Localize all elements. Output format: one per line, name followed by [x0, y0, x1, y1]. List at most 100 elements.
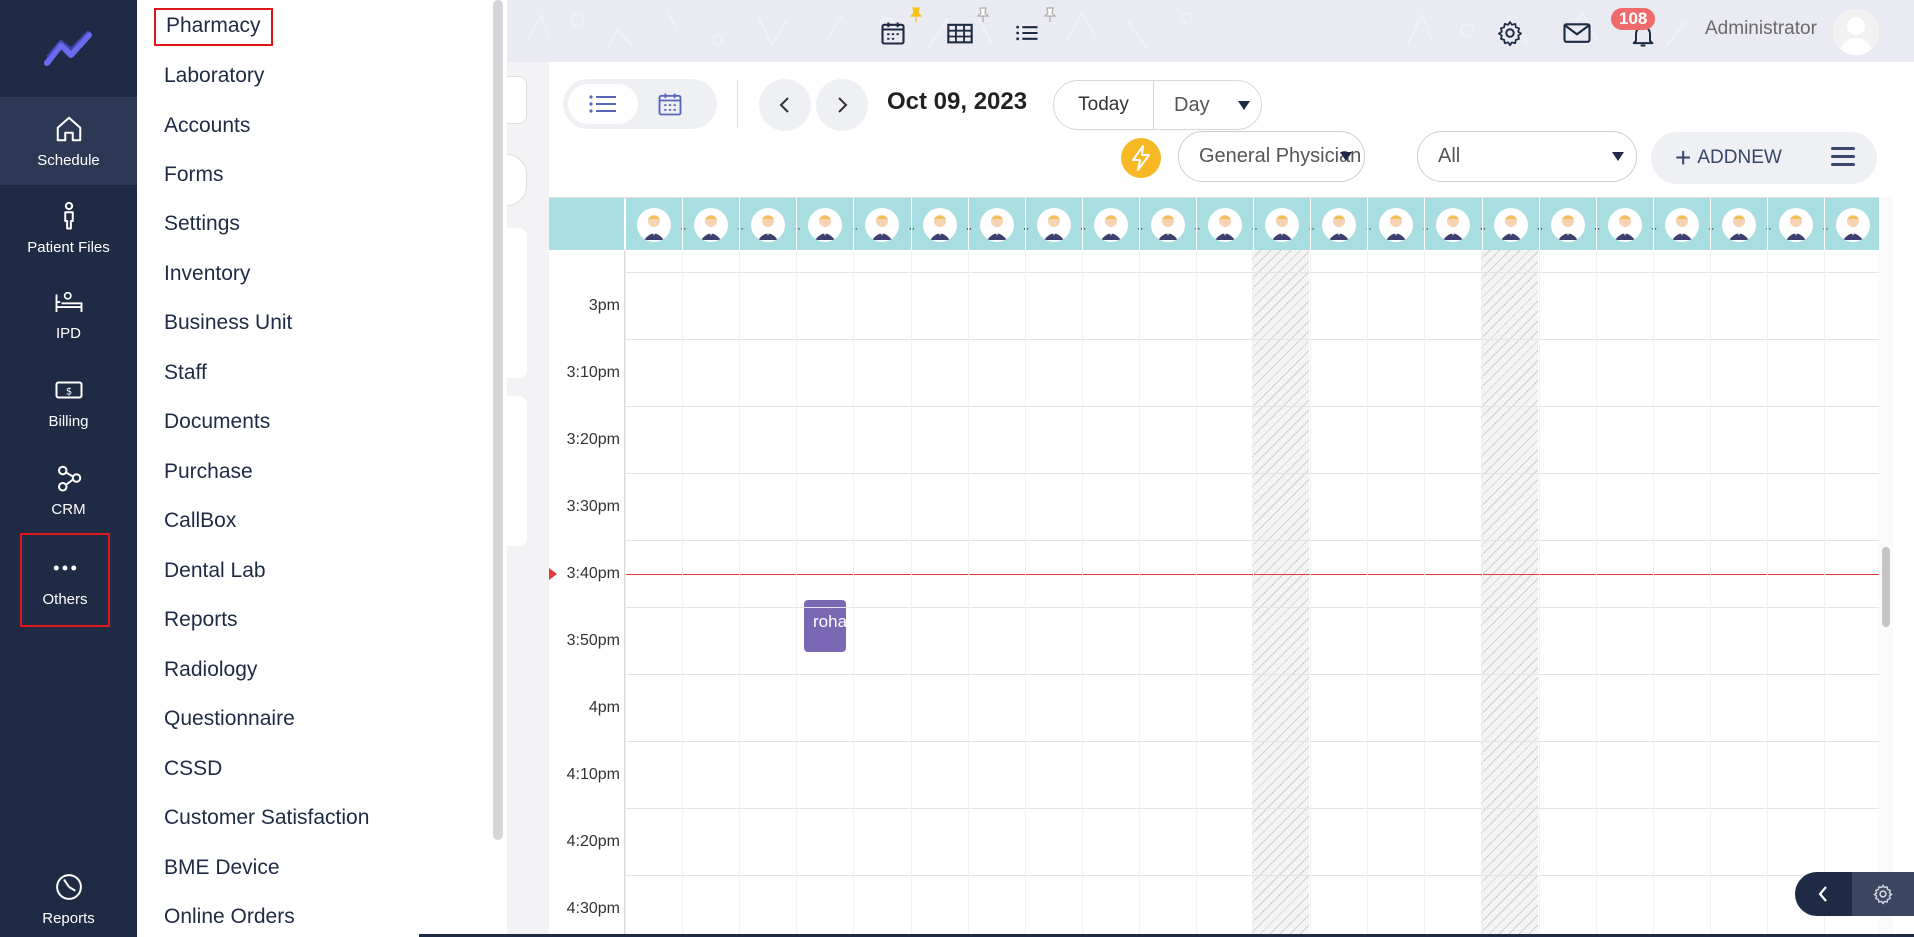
- doctor-column-header[interactable]: ··: [1767, 198, 1829, 251]
- column-gridline: [1652, 250, 1654, 937]
- doctor-column-header[interactable]: ··: [1652, 198, 1715, 251]
- user-name[interactable]: Administrator: [1705, 18, 1817, 40]
- rail-item-patient-files[interactable]: Patient Files: [0, 184, 137, 272]
- menu-item-inventory[interactable]: Inventory: [164, 262, 250, 286]
- doctor-avatar-icon: [865, 207, 900, 242]
- rail-item-reports[interactable]: Reports: [0, 855, 137, 937]
- doctor-column-header[interactable]: ··: [1481, 198, 1544, 251]
- menu-scrollbar[interactable]: [493, 0, 503, 840]
- menu-item-online-orders[interactable]: Online Orders: [164, 905, 295, 929]
- doctor-column-header[interactable]: ··: [1138, 198, 1201, 251]
- time-slot-label: 3:40pm: [566, 565, 620, 582]
- menu-item-reports[interactable]: Reports: [164, 608, 238, 632]
- pin-active-icon[interactable]: [909, 7, 923, 23]
- quick-action-bolt-icon[interactable]: [1121, 138, 1161, 178]
- time-slot-label: 3:10pm: [566, 364, 620, 381]
- doctor-column-header[interactable]: ··: [1024, 198, 1087, 251]
- doctor-column-header[interactable]: ··: [967, 198, 1030, 251]
- menu-item-cssd[interactable]: CSSD: [164, 757, 222, 781]
- menu-item-radiology[interactable]: Radiology: [164, 658, 257, 682]
- grid-view-icon[interactable]: [944, 17, 976, 49]
- rail-item-billing[interactable]: $ Billing: [0, 358, 137, 446]
- user-avatar[interactable]: [1833, 9, 1879, 55]
- doctor-column-header[interactable]: ··: [1709, 198, 1772, 251]
- filter-select[interactable]: All: [1417, 131, 1637, 182]
- doctor-column-header[interactable]: ··: [682, 198, 744, 251]
- rail-item-others[interactable]: Others: [19, 532, 111, 628]
- specialty-select[interactable]: General Physician: [1178, 131, 1365, 182]
- rail-item-ipd[interactable]: IPD: [0, 270, 137, 358]
- doctor-column-header[interactable]: ··: [1196, 198, 1258, 251]
- menu-item-forms[interactable]: Forms: [164, 163, 224, 187]
- calendar-view-icon[interactable]: [877, 17, 909, 49]
- floating-settings-area[interactable]: [1852, 872, 1914, 916]
- menu-item-settings[interactable]: Settings: [164, 212, 240, 236]
- menu-item-documents[interactable]: Documents: [164, 410, 270, 434]
- settings-gear-icon[interactable]: [1494, 17, 1526, 49]
- pie-chart-icon: [55, 873, 82, 900]
- menu-item-bme-device[interactable]: BME Device: [164, 856, 280, 880]
- column-gridline: [853, 250, 855, 937]
- doctor-avatar-icon: [979, 207, 1014, 242]
- doctor-avatar-icon: [1550, 207, 1585, 242]
- user-silhouette-icon: [1839, 17, 1873, 55]
- column-gridline: [1367, 250, 1369, 937]
- pin-icon[interactable]: [976, 7, 990, 23]
- rail-item-schedule[interactable]: Schedule: [0, 97, 137, 185]
- doctor-column-header[interactable]: ··: [1367, 198, 1429, 251]
- notification-count-badge[interactable]: 108: [1611, 8, 1656, 30]
- doctor-column-header[interactable]: ··: [1081, 198, 1144, 251]
- menu-item-customer-satisfaction[interactable]: Customer Satisfaction: [164, 806, 369, 830]
- rail-label-crm: CRM: [51, 500, 86, 518]
- column-gridline: [682, 250, 684, 937]
- doctor-column-header[interactable]: ··: [910, 198, 973, 251]
- doctor-column-header[interactable]: ··: [853, 198, 915, 251]
- hamburger-menu-icon[interactable]: [1831, 147, 1855, 171]
- menu-item-callbox[interactable]: CallBox: [164, 509, 236, 533]
- pin-icon[interactable]: [1043, 7, 1057, 23]
- doctor-avatar-icon: [1036, 207, 1071, 242]
- time-gridline: [625, 875, 1879, 876]
- rail-item-crm[interactable]: CRM: [0, 446, 137, 534]
- others-menu-panel: Pharmacy Laboratory Accounts Forms Setti…: [137, 0, 507, 937]
- today-button[interactable]: Today: [1054, 81, 1154, 129]
- time-grid[interactable]: 3pm 3:10pm 3:20pm 3:30pm 3:40pm 3:50pm 4pm 4:10…: [549, 250, 1879, 937]
- scrollbar-thumb[interactable]: [1882, 547, 1890, 627]
- mail-icon[interactable]: [1561, 17, 1593, 49]
- app-logo[interactable]: [0, 0, 137, 97]
- rail-label-schedule: Schedule: [37, 151, 100, 169]
- doctor-column-header[interactable]: ··: [796, 198, 858, 251]
- calendar-scrollbar[interactable]: [1879, 197, 1893, 937]
- list-view-icon[interactable]: [1011, 17, 1043, 49]
- doctor-column-header[interactable]: ··: [739, 198, 801, 251]
- doctor-column-header[interactable]: ··: [1424, 198, 1486, 251]
- rail-label-reports: Reports: [42, 909, 95, 927]
- confetti-pattern-icon: [526, 9, 1688, 51]
- chevron-left-icon[interactable]: [1817, 885, 1829, 903]
- doctor-column-header[interactable]: ··: [1310, 198, 1372, 251]
- settings-gear-icon[interactable]: [1872, 883, 1894, 905]
- menu-item-questionnaire[interactable]: Questionnaire: [164, 707, 295, 731]
- add-new-button[interactable]: + ADDNEW: [1651, 132, 1877, 184]
- left-navigation-rail: Schedule Patient Files IPD $ Billing CRM…: [0, 0, 137, 937]
- money-icon: $: [55, 381, 82, 398]
- doctor-column-header[interactable]: ··: [1538, 198, 1601, 251]
- background-input: [507, 76, 527, 124]
- menu-item-purchase[interactable]: Purchase: [164, 460, 253, 484]
- next-date-button[interactable]: [816, 79, 868, 131]
- menu-item-dental-lab[interactable]: Dental Lab: [164, 559, 266, 583]
- previous-date-button[interactable]: [759, 79, 811, 131]
- menu-item-staff[interactable]: Staff: [164, 361, 207, 385]
- menu-item-accounts[interactable]: Accounts: [164, 114, 250, 138]
- doctor-column-header[interactable]: ··: [1824, 198, 1879, 251]
- calendar-toggle-button[interactable]: [653, 87, 687, 121]
- list-toggle-button[interactable]: [568, 84, 638, 124]
- doctor-column-header[interactable]: ··: [1253, 198, 1315, 251]
- doctor-column-header[interactable]: ··: [1595, 198, 1658, 251]
- menu-item-business-unit[interactable]: Business Unit: [164, 311, 292, 335]
- view-mode-select[interactable]: Day: [1154, 81, 1262, 129]
- doctor-column-header[interactable]: ··: [625, 198, 687, 251]
- view-mode-value: Day: [1174, 93, 1210, 116]
- menu-item-pharmacy[interactable]: Pharmacy: [154, 8, 273, 46]
- menu-item-laboratory[interactable]: Laboratory: [164, 64, 264, 88]
